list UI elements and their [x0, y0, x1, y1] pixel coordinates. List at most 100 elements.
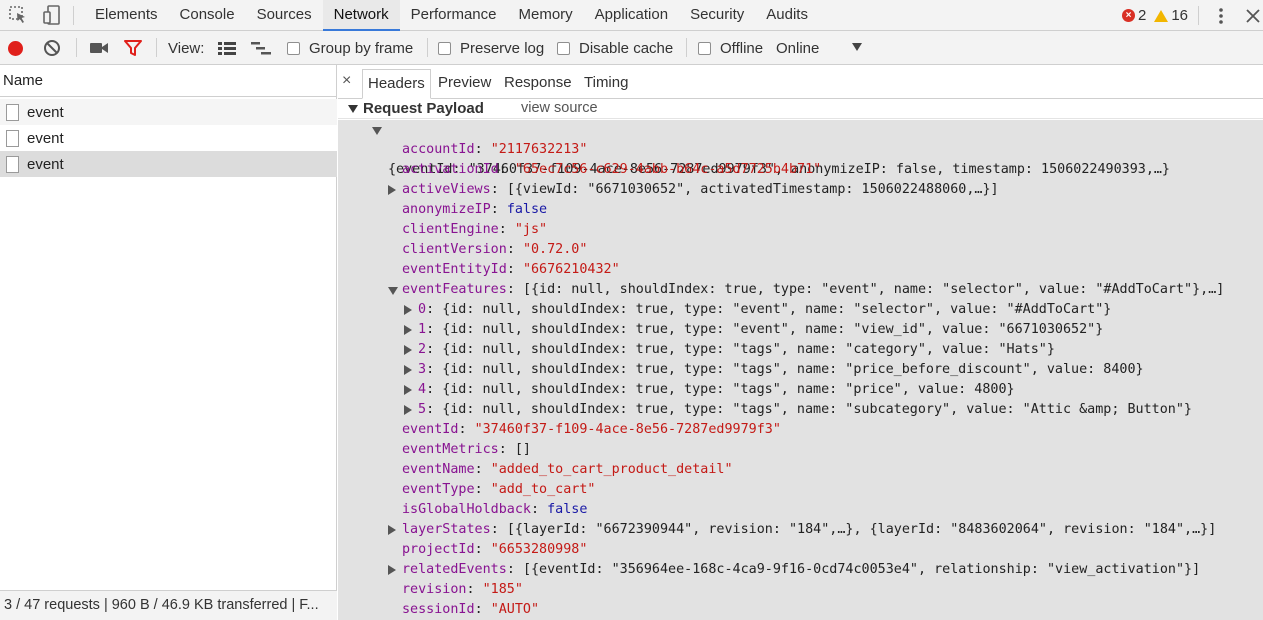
collapsed-arrow-icon[interactable]	[404, 405, 412, 415]
tab-sources[interactable]: Sources	[246, 0, 323, 31]
collapsed-arrow-icon[interactable]	[388, 565, 396, 575]
property-value: "added_to_cart_product_detail"	[490, 462, 733, 477]
tab-headers[interactable]: Headers	[362, 69, 431, 99]
collapsed-arrow-icon[interactable]	[388, 525, 396, 535]
property-value: "6676210432"	[522, 262, 620, 277]
tree-property-row: eventId: "37460f37-f109-4ace-8e56-7287ed…	[402, 422, 781, 437]
tab-application[interactable]: Application	[584, 0, 679, 31]
requests-summary: 3 / 47 requests | 960 B / 46.9 KB transf…	[0, 590, 337, 620]
tree-property-row: projectId: "6653280998"	[402, 542, 588, 557]
property-value: false	[547, 502, 588, 517]
throttling-value: Online	[776, 39, 820, 57]
offline-checkbox[interactable]: Offline	[698, 31, 763, 65]
detail-tab-bar: × Headers Preview Response Timing	[338, 65, 1263, 99]
collapsed-arrow-icon[interactable]	[404, 305, 412, 315]
tab-audits[interactable]: Audits	[755, 0, 819, 31]
close-detail-icon[interactable]: ×	[342, 72, 356, 90]
request-payload-section-header[interactable]: Request Payload view source	[338, 99, 1263, 119]
error-icon: ×	[1122, 9, 1135, 22]
filter-button[interactable]	[123, 31, 145, 65]
property-value: "2117632213"	[490, 142, 588, 157]
tab-response[interactable]: Response	[499, 69, 577, 99]
tree-property-row: eventMetrics: []	[402, 442, 531, 457]
tree-root-row[interactable]: {eventId: "37460f37-f109-4ace-8e56-7287e…	[372, 120, 1170, 177]
property-value: "add_to_cart"	[490, 482, 596, 497]
tree-property-row: eventEntityId: "6676210432"	[402, 262, 620, 277]
collapsed-arrow-icon[interactable]	[404, 345, 412, 355]
tab-preview[interactable]: Preview	[433, 69, 496, 99]
disable-cache-checkbox[interactable]: Disable cache	[557, 31, 673, 65]
request-row[interactable]: event	[0, 99, 337, 125]
array-index: 2	[418, 342, 427, 357]
property-value: "6653280998"	[490, 542, 588, 557]
property-value: []	[514, 442, 531, 457]
request-row[interactable]: event	[0, 125, 337, 151]
capture-screenshots-button[interactable]	[89, 31, 111, 65]
inspect-element-icon[interactable]	[5, 3, 31, 27]
property-value: false	[506, 202, 548, 217]
property-value: [{viewId: "6671030652", activatedTimesta…	[506, 182, 999, 197]
request-name: event	[27, 129, 64, 147]
device-toolbar-icon[interactable]	[39, 3, 65, 27]
property-key: isGlobalHoldback	[402, 502, 531, 517]
array-index: 1	[418, 322, 427, 337]
tab-memory[interactable]: Memory	[508, 0, 584, 31]
overview-button[interactable]	[250, 31, 274, 65]
more-options-icon[interactable]	[1210, 4, 1232, 28]
collapsed-arrow-icon[interactable]	[404, 365, 412, 375]
tree-property-row: clientVersion: "0.72.0"	[402, 242, 588, 257]
view-label: View:	[168, 39, 205, 57]
expanded-arrow-icon[interactable]	[388, 287, 398, 295]
checkbox-icon	[698, 41, 711, 55]
property-key: layerStates	[402, 522, 491, 537]
array-index: 4	[418, 382, 427, 397]
property-value: "js"	[514, 222, 548, 237]
view-source-link[interactable]: view source	[521, 99, 598, 118]
property-value: "185"	[482, 582, 523, 597]
property-value: [{eventId: "356964ee-168c-4ca9-9f16-0cd7…	[522, 562, 1201, 577]
clear-button[interactable]	[43, 31, 63, 65]
toolbar-divider	[73, 6, 74, 25]
tab-console[interactable]: Console	[169, 0, 246, 31]
throttling-select[interactable]: Online	[776, 31, 870, 65]
collapse-arrow-icon[interactable]	[348, 105, 358, 113]
property-value: "AUTO"	[490, 602, 540, 617]
expanded-arrow-icon[interactable]	[372, 127, 382, 135]
devtools-tab-bar: Elements Console Sources Network Perform…	[0, 0, 1263, 31]
group-by-frame-checkbox[interactable]: Group by frame	[287, 31, 413, 65]
large-rows-button[interactable]	[217, 31, 239, 65]
property-value: "0.72.0"	[522, 242, 588, 257]
collapsed-arrow-icon[interactable]	[404, 385, 412, 395]
record-button[interactable]	[8, 31, 28, 65]
request-name: event	[27, 103, 64, 121]
tab-performance[interactable]: Performance	[400, 0, 508, 31]
array-index: 5	[418, 402, 427, 417]
offline-label: Offline	[720, 39, 764, 57]
issues-counter[interactable]: × 2 16	[1122, 0, 1188, 31]
warning-icon	[1154, 9, 1169, 22]
property-value: [{id: null, shouldIndex: true, type: "ev…	[522, 282, 1225, 297]
name-column-header[interactable]: Name	[0, 65, 337, 97]
property-key: eventType	[402, 482, 475, 497]
toolbar-divider	[1198, 6, 1199, 25]
property-value: "65ec7c56-c629-4abb-b64c-a5d7725b4b71"	[514, 162, 822, 177]
collapsed-arrow-icon[interactable]	[388, 185, 396, 195]
request-row-selected[interactable]: event	[0, 151, 337, 177]
tab-network[interactable]: Network	[322, 0, 400, 31]
tab-timing[interactable]: Timing	[579, 69, 633, 99]
request-list-panel: Name event event event 3 / 47 requests |…	[0, 65, 337, 620]
close-devtools-icon[interactable]	[1243, 4, 1263, 28]
property-value: "37460f37-f109-4ace-8e56-7287ed9979f3"	[474, 422, 781, 437]
preserve-log-checkbox[interactable]: Preserve log	[438, 31, 544, 65]
tree-property-row: isGlobalHoldback: false	[402, 502, 588, 517]
waterfall-icon	[251, 42, 271, 55]
array-index: 0	[418, 302, 427, 317]
collapsed-arrow-icon[interactable]	[404, 325, 412, 335]
tree-property-row: revision: "185"	[402, 582, 523, 597]
list-icon	[218, 42, 236, 55]
clear-icon	[44, 40, 60, 56]
tab-security[interactable]: Security	[679, 0, 755, 31]
tab-elements[interactable]: Elements	[84, 0, 169, 31]
property-value: [{layerId: "6672390944", revision: "184"…	[506, 522, 1217, 537]
array-item-value: {id: null, shouldIndex: true, type: "eve…	[442, 302, 1112, 317]
